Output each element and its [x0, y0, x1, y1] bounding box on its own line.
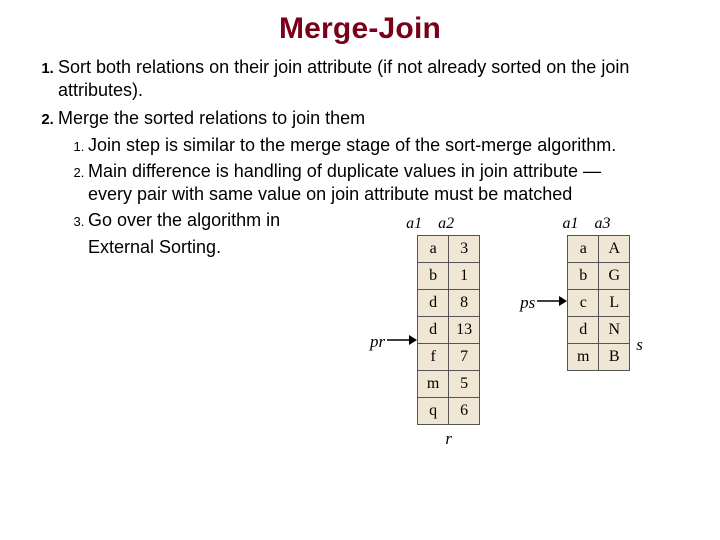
cell: c — [568, 290, 599, 317]
relation-right-name: s — [636, 335, 643, 355]
list-item-1-text: Sort both relations on their join attrib… — [58, 57, 629, 100]
cell: b — [418, 263, 449, 290]
list-item-1: Sort both relations on their join attrib… — [58, 56, 646, 101]
cell: a — [418, 236, 449, 263]
cell: 13 — [449, 317, 480, 344]
sub-item-2: Main difference is handling of duplicate… — [88, 160, 646, 205]
relation-right: a1 a3 ps aA bG cL — [520, 215, 643, 371]
cell: A — [599, 236, 630, 263]
cell: 7 — [449, 344, 480, 371]
table-row: bG — [568, 263, 630, 290]
left-col-header-1: a1 — [406, 215, 422, 233]
left-col-header-2: a2 — [438, 215, 454, 233]
arrow-icon — [537, 294, 567, 313]
list-item-2-text: Merge the sorted relations to join them — [58, 108, 365, 128]
cell: d — [418, 317, 449, 344]
cell: m — [418, 371, 449, 398]
table-row: q6 — [418, 398, 480, 425]
slide-title: Merge-Join — [36, 12, 684, 46]
slide: Merge-Join Sort both relations on their … — [0, 0, 720, 540]
relation-left-body: pr a3 b1 d8 d13 f7 m5 q6 — [370, 235, 480, 449]
figure: a1 a2 pr a3 b1 d8 d13 f7 — [370, 215, 643, 449]
table-row: b1 — [418, 263, 480, 290]
table-row: a3 — [418, 236, 480, 263]
cell: N — [599, 317, 630, 344]
right-col-header-2: a3 — [595, 215, 611, 233]
relation-left: a1 a2 pr a3 b1 d8 d13 f7 — [370, 215, 480, 449]
cell: 6 — [449, 398, 480, 425]
relation-right-body: ps aA bG cL dN mB — [520, 235, 643, 371]
cell: m — [568, 344, 599, 371]
sub-item-1: Join step is similar to the merge stage … — [88, 134, 646, 157]
left-pointer-label: pr — [370, 332, 385, 352]
cell: G — [599, 263, 630, 290]
sub-item-3-text: Go over the algorithm in — [88, 210, 280, 230]
sub-item-1-text: Join step is similar to the merge stage … — [88, 135, 616, 155]
cell: d — [418, 290, 449, 317]
cell: b — [568, 263, 599, 290]
table-row: f7 — [418, 344, 480, 371]
cell: a — [568, 236, 599, 263]
sub-item-2-text: Main difference is handling of duplicate… — [88, 161, 601, 204]
cell: B — [599, 344, 630, 371]
relation-right-headers: a1 a3 — [563, 215, 611, 233]
relation-right-table: aA bG cL dN mB — [567, 235, 630, 371]
relation-left-table: a3 b1 d8 d13 f7 m5 q6 — [417, 235, 480, 425]
right-pointer-label: ps — [520, 293, 535, 313]
cell: 8 — [449, 290, 480, 317]
arrow-icon — [387, 333, 417, 352]
cell: d — [568, 317, 599, 344]
relation-left-headers: a1 a2 — [406, 215, 454, 233]
cell: 3 — [449, 236, 480, 263]
cell: 1 — [449, 263, 480, 290]
cell: q — [418, 398, 449, 425]
table-row: mB — [568, 344, 630, 371]
cell: 5 — [449, 371, 480, 398]
right-col-header-1: a1 — [563, 215, 579, 233]
relation-left-table-wrap: a3 b1 d8 d13 f7 m5 q6 r — [417, 235, 480, 449]
table-row: cL — [568, 290, 630, 317]
relation-right-table-wrap: aA bG cL dN mB s — [567, 235, 643, 371]
table-row: m5 — [418, 371, 480, 398]
table-row: dN — [568, 317, 630, 344]
table-row: aA — [568, 236, 630, 263]
relation-left-name: r — [445, 429, 452, 449]
cell: f — [418, 344, 449, 371]
cell: L — [599, 290, 630, 317]
table-row: d8 — [418, 290, 480, 317]
table-row: d13 — [418, 317, 480, 344]
